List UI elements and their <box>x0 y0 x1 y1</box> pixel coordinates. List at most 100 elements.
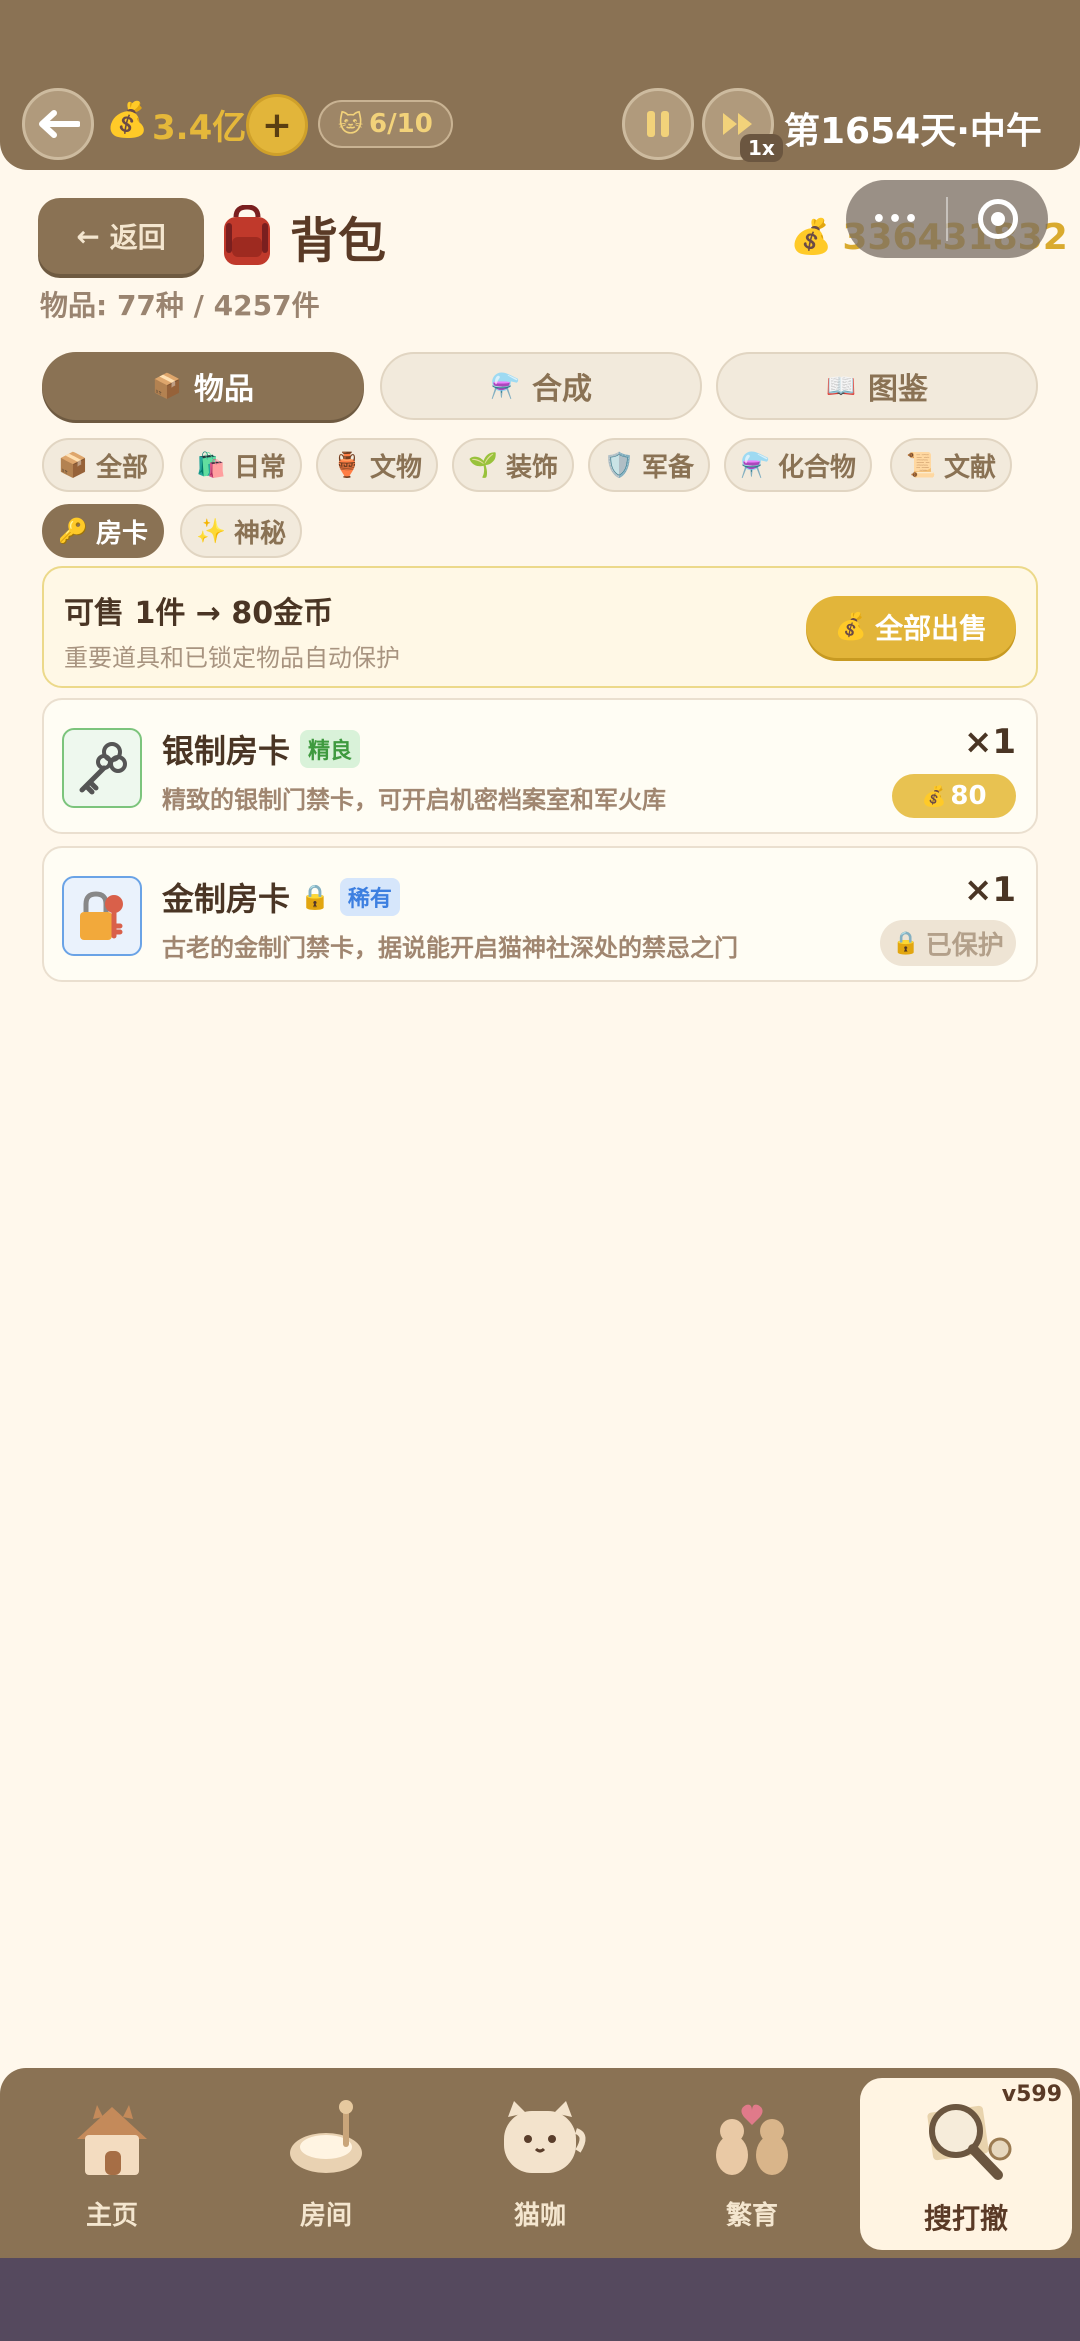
filter-armament[interactable]: 🛡️ 军备 <box>588 438 711 492</box>
money-bag-icon: 💰 <box>790 217 833 257</box>
bottom-navigation: 主页 房间 猫咖 繁育 v599 搜打撤 <box>0 2068 1080 2258</box>
target-close-icon <box>978 199 1018 239</box>
tab-label: 图鉴 <box>868 372 928 407</box>
tab-label: 物品 <box>194 372 254 407</box>
nav-label: 房间 <box>299 2200 352 2231</box>
flask-icon: ⚗️ <box>740 451 770 479</box>
item-quantity: ×1 <box>963 722 1016 762</box>
filter-label: 房卡 <box>96 518 149 549</box>
item-description: 古老的金制门禁卡，据说能开启猫神社深处的禁忌之门 <box>162 934 738 962</box>
money-bag-icon: 💰 <box>921 784 947 808</box>
sell-all-button[interactable]: 💰 全部出售 <box>806 596 1016 658</box>
cat-cup-icon <box>504 2100 586 2173</box>
shield-icon: 🛡️ <box>604 451 634 479</box>
rarity-badge: 精良 <box>300 730 361 768</box>
return-label: 返回 <box>109 221 166 254</box>
item-name: 银制房卡 精良 <box>162 726 361 772</box>
close-mini-program-button[interactable] <box>948 199 1048 239</box>
arrow-left-icon: ← <box>76 219 100 253</box>
cat-count-badge[interactable]: 🐱 6/10 <box>318 100 453 148</box>
backpack-icon <box>224 205 270 265</box>
version-label: v599 <box>1001 2082 1062 2107</box>
money-bag-icon: 💰 <box>106 100 149 140</box>
filter-compounds[interactable]: ⚗️ 化合物 <box>724 438 873 492</box>
list-item[interactable]: 银制房卡 精良 精致的银制门禁卡，可开启机密档案室和军火库 ×1 💰 80 <box>42 698 1038 834</box>
nav-room[interactable]: 房间 <box>226 2068 426 2258</box>
pause-button[interactable] <box>622 88 694 160</box>
protected-badge: 🔒 已保护 <box>880 920 1016 966</box>
filter-relics[interactable]: 🏺 文物 <box>316 438 439 492</box>
nav-breeding[interactable]: 繁育 <box>652 2068 852 2258</box>
cat-bed-icon <box>290 2099 362 2173</box>
box-icon: 📦 <box>58 451 88 479</box>
filter-label: 装饰 <box>506 452 559 483</box>
filter-label: 日常 <box>234 452 287 483</box>
more-menu-button[interactable]: ••• <box>846 207 946 232</box>
shopping-bag-icon: 🛍️ <box>196 451 226 479</box>
day-time-label: 第1654天·中午 <box>784 111 1042 152</box>
filter-mystery[interactable]: ✨ 神秘 <box>180 504 303 558</box>
cat-count: 6/10 <box>369 109 433 139</box>
speed-indicator: 1x <box>740 134 783 162</box>
gold-short-amount: 3.4亿 <box>152 108 247 148</box>
filter-documents[interactable]: 📜 文献 <box>890 438 1013 492</box>
sell-summary-banner: 可售 1件 → 80金币 重要道具和已锁定物品自动保护 💰 全部出售 <box>42 566 1038 688</box>
lock-icon: 🔒 <box>892 930 920 956</box>
box-icon: 📦 <box>152 372 182 400</box>
nav-label: 搜打撤 <box>923 2202 1008 2235</box>
protected-label: 已保护 <box>925 930 1004 961</box>
filter-room-cards[interactable]: 🔑 房卡 <box>42 504 165 558</box>
item-description: 精致的银制门禁卡，可开启机密档案室和军火库 <box>162 786 666 814</box>
list-item[interactable]: 金制房卡 🔒 稀有 古老的金制门禁卡，据说能开启猫神社深处的禁忌之门 ×1 🔒 … <box>42 846 1038 982</box>
silver-key-icon <box>62 728 142 808</box>
vase-icon: 🏺 <box>332 451 362 479</box>
book-icon: 📖 <box>826 372 856 400</box>
filter-decor[interactable]: 🌱 装饰 <box>452 438 575 492</box>
nav-search-raid[interactable]: v599 搜打撤 <box>860 2078 1072 2250</box>
tab-label: 合成 <box>532 372 592 407</box>
pause-icon <box>647 111 669 137</box>
flask-icon: ⚗️ <box>490 372 520 400</box>
filter-label: 化合物 <box>778 452 857 483</box>
page-title-text: 背包 <box>290 213 387 269</box>
filter-daily[interactable]: 🛍️ 日常 <box>180 438 303 492</box>
mini-program-capsule: ••• <box>846 180 1048 258</box>
tab-items[interactable]: 📦 物品 <box>42 352 364 420</box>
arrow-left-icon <box>39 110 80 138</box>
add-gold-button[interactable]: + <box>246 94 308 156</box>
plus-icon: + <box>261 104 293 146</box>
plant-icon: 🌱 <box>468 451 498 479</box>
back-arrow-button[interactable] <box>22 88 94 160</box>
gold-lock-key-icon <box>62 876 142 956</box>
inventory-stats: 物品: 77种 / 4257件 <box>40 289 320 322</box>
more-dots-icon: ••• <box>871 206 921 232</box>
nav-cat-cafe[interactable]: 猫咖 <box>440 2068 640 2258</box>
nav-home[interactable]: 主页 <box>12 2068 212 2258</box>
house-icon <box>77 2104 147 2175</box>
key-icon: 🔑 <box>58 517 88 545</box>
tab-synthesis[interactable]: ⚗️ 合成 <box>380 352 702 420</box>
filter-label: 文献 <box>944 452 997 483</box>
item-name-text: 银制房卡 <box>162 732 291 770</box>
sell-summary-note: 重要道具和已锁定物品自动保护 <box>64 644 400 672</box>
cats-heart-icon <box>716 2104 788 2175</box>
item-name: 金制房卡 🔒 稀有 <box>162 874 400 920</box>
page-title: 背包 <box>218 200 386 272</box>
filter-label: 全部 <box>96 452 149 483</box>
return-button[interactable]: ← 返回 <box>38 198 204 274</box>
sell-summary-title: 可售 1件 → 80金币 <box>64 596 334 631</box>
filter-label: 文物 <box>370 452 423 483</box>
money-bag-icon: 💰 <box>834 612 868 642</box>
sell-all-label: 全部出售 <box>875 612 988 645</box>
sell-price-button[interactable]: 💰 80 <box>892 774 1016 818</box>
tab-collection[interactable]: 📖 图鉴 <box>716 352 1038 420</box>
scroll-icon: 📜 <box>906 451 936 479</box>
filter-all[interactable]: 📦 全部 <box>42 438 165 492</box>
filter-label: 军备 <box>642 452 695 483</box>
nav-label: 繁育 <box>725 2200 778 2231</box>
nav-label: 猫咖 <box>513 2200 566 2231</box>
lock-icon: 🔒 <box>300 883 330 911</box>
item-name-text: 金制房卡 <box>162 880 291 918</box>
nav-label: 主页 <box>85 2200 138 2231</box>
item-quantity: ×1 <box>963 870 1016 910</box>
